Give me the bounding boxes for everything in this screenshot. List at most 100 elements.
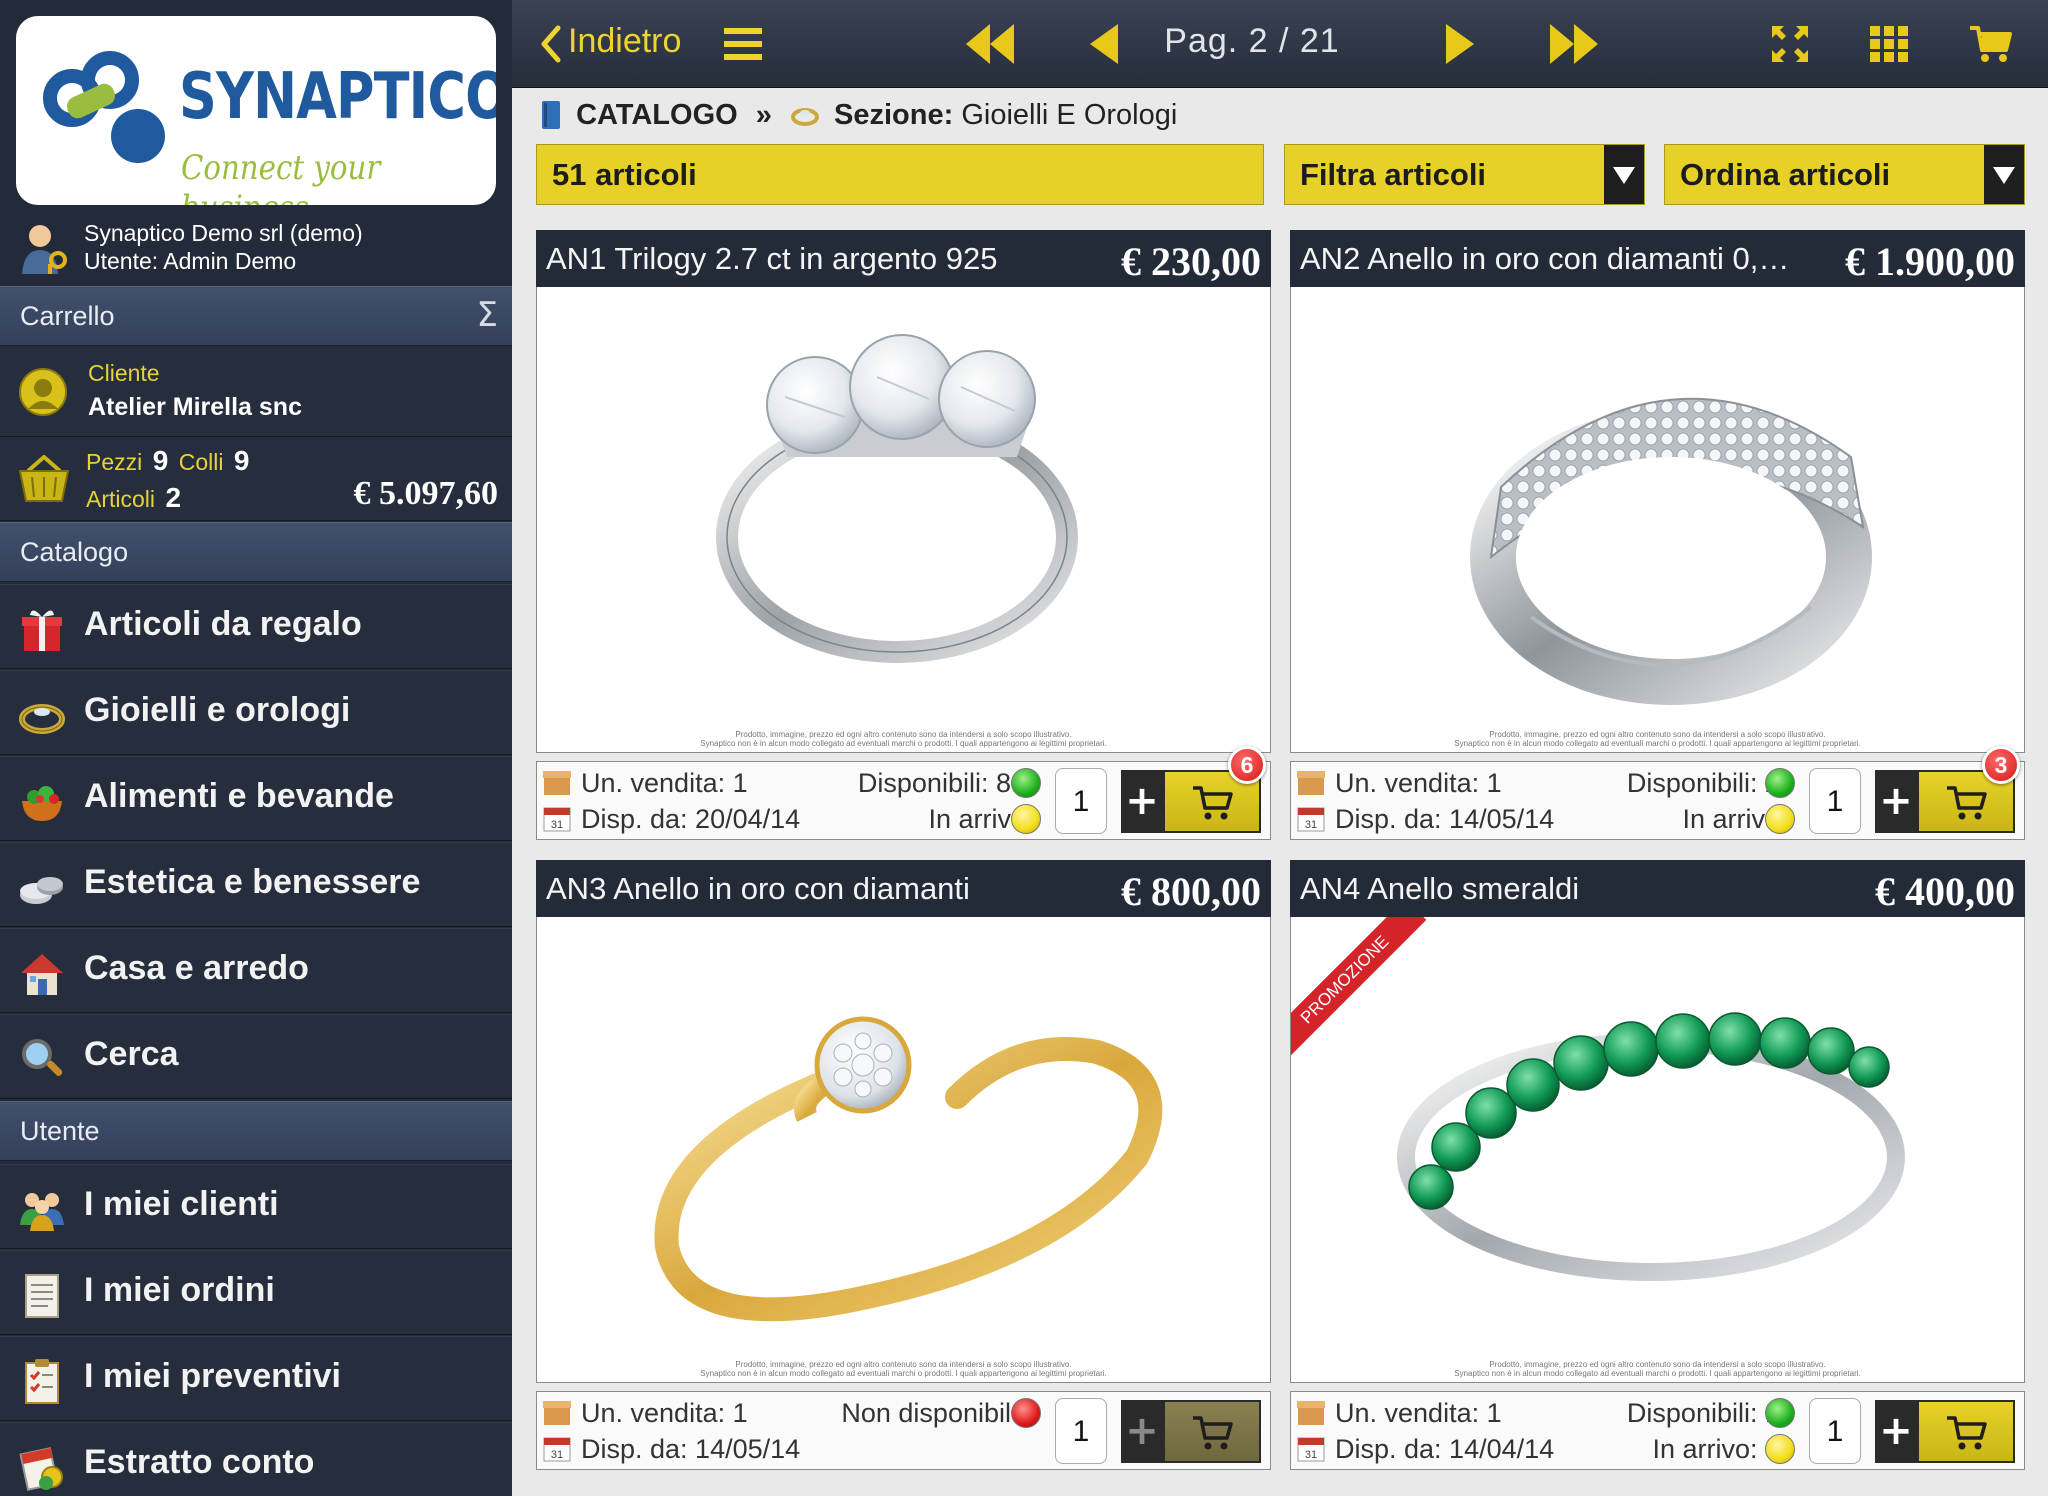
cart-client-row[interactable]: Cliente Atelier Mirella snc: [0, 347, 512, 437]
product-image[interactable]: PROMOZIONE Prodotto, immagine, prezzo ed…: [1290, 917, 2025, 1383]
orders-icon: [25, 1274, 59, 1318]
nav-label: Estetica e benessere: [84, 863, 421, 901]
quantity-input[interactable]: 1: [1809, 768, 1861, 834]
product-image[interactable]: Prodotto, immagine, prezzo ed ogni altro…: [1290, 287, 2025, 753]
availability-green-dot: [1011, 768, 1041, 798]
chevron-left-icon: [541, 25, 561, 63]
breadcrumb-root[interactable]: CATALOGO: [576, 99, 738, 131]
add-to-cart-button[interactable]: +: [1121, 1400, 1261, 1463]
cart-quantity-badge: 3: [1982, 746, 2020, 784]
house-icon: [21, 954, 63, 995]
box-icon: [543, 1401, 571, 1425]
nav-item-estratto-conto[interactable]: Estratto conto: [0, 1422, 512, 1496]
magnifier-icon: [22, 1039, 63, 1076]
chevron-down-icon: [1984, 145, 2024, 204]
nav-label: Casa e arredo: [84, 949, 309, 987]
quantity-input[interactable]: 1: [1055, 768, 1107, 834]
image-disclaimer: Prodotto, immagine, prezzo ed ogni altro…: [1291, 1360, 2024, 1378]
product-image[interactable]: Prodotto, immagine, prezzo ed ogni altro…: [536, 917, 1271, 1383]
cart-button[interactable]: [1964, 0, 2020, 88]
calendar-icon: 31: [543, 807, 571, 832]
nav-item-i-miei-ordini[interactable]: I miei ordini: [0, 1250, 512, 1335]
first-page-button[interactable]: [960, 0, 1020, 88]
add-to-cart-button[interactable]: +: [1875, 1400, 2015, 1463]
next-page-button[interactable]: [1436, 0, 1486, 88]
arrival-yellow-dot: [1765, 1434, 1795, 1464]
colli-label: Colli: [178, 449, 224, 475]
client-label: Cliente: [88, 360, 160, 386]
nav-item-articoli-da-regalo[interactable]: Articoli da regalo: [0, 584, 512, 669]
product-card-an4[interactable]: AN4 Anello smeraldi € 400,00 PROMOZIONE …: [1290, 860, 2025, 1470]
product-image[interactable]: Prodotto, immagine, prezzo ed ogni altro…: [536, 287, 1271, 753]
ring-icon: [19, 704, 65, 734]
disclaimer-line-1: Prodotto, immagine, prezzo ed ogni altro…: [735, 1360, 1072, 1369]
cart-icon: [1947, 1416, 1987, 1450]
nav-item-estetica-e-benessere[interactable]: Estetica e benessere: [0, 842, 512, 927]
quantity-input[interactable]: 1: [1809, 1398, 1861, 1464]
sort-dropdown[interactable]: Ordina articoli: [1664, 144, 2025, 205]
disclaimer-line-2: Synaptico non è in alcun modo collegato …: [1454, 1369, 1861, 1378]
shopping-cart-icon: [1970, 26, 2012, 62]
previous-page-button[interactable]: [1080, 0, 1130, 88]
cart-zone: [1165, 1402, 1259, 1461]
basket-icon: [18, 455, 70, 502]
arrival-yellow-dot: [1765, 804, 1795, 834]
right-arrow-icon: [1446, 24, 1474, 64]
product-card-an1[interactable]: AN1 Trilogy 2.7 ct in argento 925 € 230,…: [536, 230, 1271, 840]
grid-view-button[interactable]: [1864, 0, 1914, 88]
product-footer: Un. vendita: 1 31 Disp. da: 14/05/14 Non…: [536, 1391, 1271, 1470]
sale-unit: Un. vendita: 1: [1335, 1398, 1502, 1428]
availability-date: Disp. da: 20/04/14: [581, 804, 801, 834]
product-price: € 800,00: [1121, 869, 1261, 914]
nav-item-gioielli-e-orologi[interactable]: Gioielli e orologi: [0, 670, 512, 755]
cart-zone: [1919, 1402, 2013, 1461]
product-footer: Un. vendita: 1 31 Disp. da: 14/04/14 Dis…: [1290, 1391, 2025, 1470]
user-company: Synaptico Demo srl (demo): [84, 220, 363, 246]
food-bowl-icon: [22, 786, 62, 821]
availability-green-dot: [1765, 1398, 1795, 1428]
cosmetics-icon: [20, 877, 63, 904]
availability-green-dot: [1765, 768, 1795, 798]
last-page-button[interactable]: [1544, 0, 1604, 88]
nav-item-alimenti-e-bevande[interactable]: Alimenti e bevande: [0, 756, 512, 841]
nav-item-cerca[interactable]: Cerca: [0, 1014, 512, 1099]
image-disclaimer: Prodotto, immagine, prezzo ed ogni altro…: [1291, 730, 2024, 748]
chevron-down-icon: [1604, 145, 1644, 204]
expand-icon: [1772, 26, 1808, 62]
ring-small-icon: [790, 108, 819, 127]
back-button[interactable]: Indietro: [530, 0, 690, 88]
nav-item-i-miei-clienti[interactable]: I miei clienti: [0, 1164, 512, 1249]
articoli-value: 2: [165, 482, 182, 513]
product-header: AN2 Anello in oro con diamanti 0,… € 1.9…: [1290, 230, 2025, 287]
svg-text:31: 31: [551, 1449, 563, 1461]
cart-section-header: Carrello Σ: [0, 286, 512, 346]
quotes-icon: [25, 1359, 59, 1404]
nav-item-i-miei-preventivi[interactable]: I miei preventivi: [0, 1336, 512, 1421]
filter-label: Filtra articoli: [1300, 157, 1487, 192]
nav-label: Cerca: [84, 1035, 179, 1073]
quantity-input[interactable]: 1: [1055, 1398, 1107, 1464]
hamburger-menu-icon: [724, 28, 762, 60]
fullscreen-button[interactable]: [1764, 0, 1814, 88]
breadcrumb-section-label: Sezione:: [834, 98, 954, 131]
nav-item-casa-e-arredo[interactable]: Casa e arredo: [0, 928, 512, 1013]
user-key-icon: [22, 225, 67, 274]
product-price: € 1.900,00: [1845, 239, 2015, 284]
nav-label: Articoli da regalo: [84, 605, 362, 643]
cart-summary-row[interactable]: Pezzi 9 Colli 9 Articoli 2 € 5.097,60: [0, 437, 512, 521]
user-section-header: Utente: [0, 1101, 512, 1161]
user-info: Synaptico Demo srl (demo) Utente: Admin …: [0, 212, 512, 284]
product-card-an3[interactable]: AN3 Anello in oro con diamanti € 800,00 …: [536, 860, 1271, 1470]
product-card-an2[interactable]: AN2 Anello in oro con diamanti 0,… € 1.9…: [1290, 230, 2025, 840]
menu-button[interactable]: [718, 0, 768, 88]
disclaimer-line-2: Synaptico non è in alcun modo collegato …: [700, 739, 1107, 748]
colli-value: 9: [233, 445, 250, 476]
box-icon: [1297, 771, 1325, 795]
sum-icon[interactable]: Σ: [477, 295, 498, 335]
filter-dropdown[interactable]: Filtra articoli: [1284, 144, 1645, 205]
calendar-icon: 31: [543, 1437, 571, 1462]
article-count: 51 articoli: [552, 157, 697, 192]
availability-text: Disponibili: 2: [1626, 768, 1780, 798]
article-count-bar: 51 articoli: [536, 144, 1264, 205]
synaptico-logo-icon: [43, 51, 165, 163]
